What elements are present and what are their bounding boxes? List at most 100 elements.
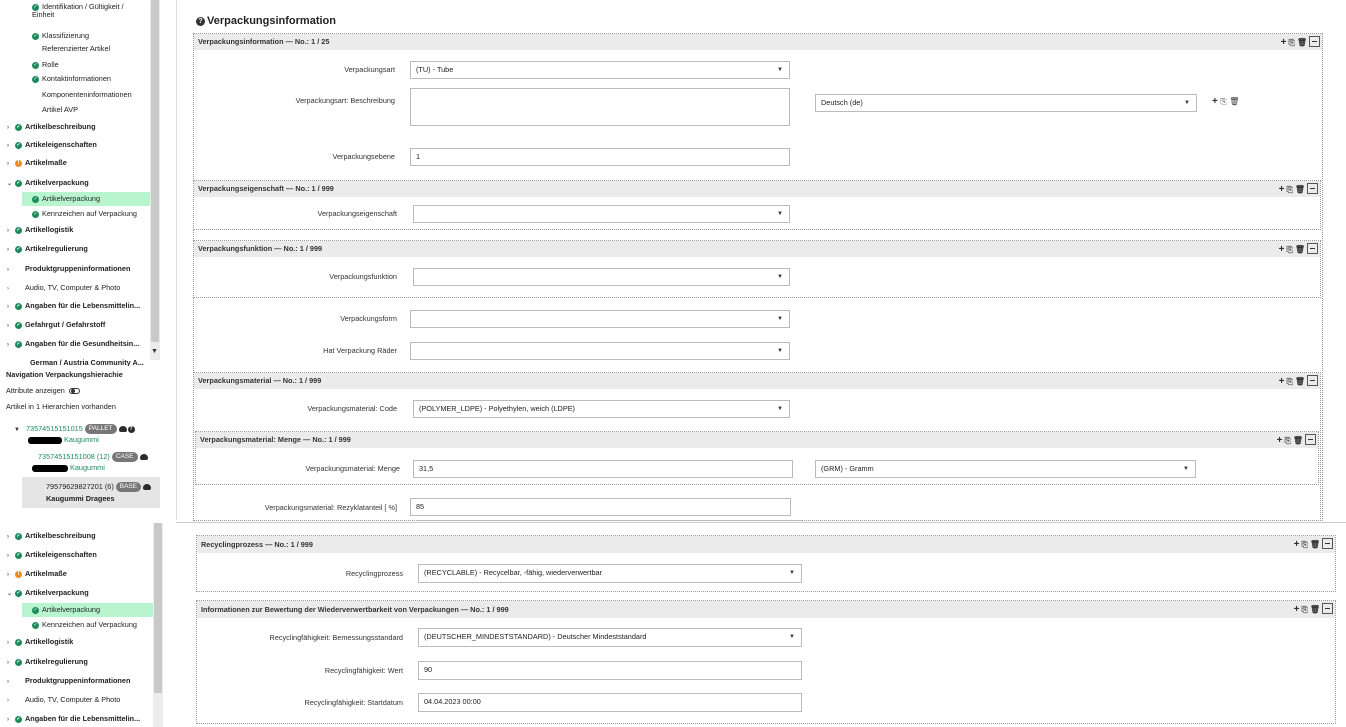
add-icon[interactable]: + [1277, 435, 1283, 447]
trash-icon[interactable]: 🗑 [1297, 37, 1307, 49]
trash-icon[interactable]: 🗑 [1310, 539, 1320, 551]
sidebar-item-artikellogistik[interactable]: › ✓ Artikellogistik [7, 223, 73, 237]
add-icon[interactable]: + [1279, 184, 1285, 196]
trash-icon[interactable]: 🗑 [1295, 376, 1305, 388]
section-title: Verpackungsfunktion — No.: 1 / 999 [198, 244, 323, 253]
sidebar-item-artikeleigenschaften[interactable]: › ✓ Artikeleigenschaften [7, 138, 97, 152]
trash-icon[interactable]: 🗑 [1295, 184, 1305, 196]
sidebar-item-kontaktinformationen[interactable]: ✓ Kontaktinformationen [32, 72, 111, 86]
field-label: Verpackungseigenschaft [317, 209, 397, 218]
scrollbar-thumb[interactable] [154, 523, 162, 693]
sidebar-item-artikelverpackung-sub[interactable]: ✓ Artikelverpackung [22, 603, 153, 617]
trash-icon[interactable]: 🗑 [1229, 97, 1239, 106]
sidebar-item-artikellogistik[interactable]: › ✓ Artikellogistik [7, 635, 73, 649]
check-icon: ✓ [32, 621, 39, 629]
sidebar-item-artikelbeschreibung[interactable]: › ✓ Artikelbeschreibung [7, 529, 96, 543]
sidebar-item-identifikation[interactable]: ✓ Identifikation / Gültigkeit / Einheit [32, 3, 144, 25]
trash-icon[interactable]: 🗑 [1293, 435, 1303, 447]
material-menge-input[interactable]: 31,5 [413, 460, 793, 478]
chevron-down-icon: ▼ [777, 348, 783, 354]
recyclingfaehigkeit-wert-input[interactable]: 90 [418, 661, 802, 680]
raeder-select[interactable]: ▼ [410, 342, 790, 360]
trash-icon[interactable]: 🗑 [1310, 604, 1320, 616]
add-icon[interactable]: + [1212, 96, 1218, 107]
collapse-icon[interactable] [1322, 603, 1333, 614]
verpackungsebene-input[interactable]: 1 [410, 148, 790, 166]
sidebar-item-artikelverpackung-sub[interactable]: ✓ Artikelverpackung [22, 192, 150, 206]
add-icon[interactable]: + [1294, 604, 1300, 616]
sidebar-item-klassifizierung[interactable]: ✓ Klassifizierung [32, 29, 89, 43]
material-unit-select[interactable]: (GRM) - Gramm ▼ [815, 460, 1196, 478]
scrollbar-thumb[interactable] [151, 0, 159, 342]
sidebar-item-komponenteninformationen[interactable]: Komponenteninformationen [42, 88, 132, 102]
add-icon[interactable]: + [1279, 244, 1285, 256]
sidebar-bottom-scrollbar[interactable] [153, 523, 163, 727]
sidebar-item-label: Artikelbeschreibung [25, 122, 96, 131]
sidebar-item-lebensmittel[interactable]: › ✓ Angaben für die Lebensmittelin... [7, 712, 140, 726]
attribute-toggle-row[interactable]: Attribute anzeigen [6, 386, 80, 395]
sidebar-item-artikelverpackung[interactable]: ⌄ ✓ Artikelverpackung [7, 176, 89, 190]
add-icon[interactable]: + [1279, 376, 1285, 388]
material-code-select[interactable]: (POLYMER_LDPE) - Polyethylen, weich (LDP… [413, 400, 790, 418]
sidebar-item-artikelbeschreibung[interactable]: › ✓ Artikelbeschreibung [7, 120, 96, 134]
copy-icon[interactable]: ⎘ [1288, 37, 1294, 49]
copy-icon[interactable]: ⎘ [1220, 97, 1226, 106]
sidebar-item-artikelregulierung[interactable]: › ✓ Artikelregulierung [7, 655, 88, 669]
tree-node-pallet[interactable]: ▼ 73574515151015 PALLET? [14, 424, 135, 435]
sidebar-item-audio-tv[interactable]: › Audio, TV, Computer & Photo [7, 693, 120, 707]
collapse-icon[interactable] [1307, 375, 1318, 386]
sidebar-item-artikelregulierung[interactable]: › ✓ Artikelregulierung [7, 242, 88, 256]
verpackungsform-select[interactable]: ▼ [410, 310, 790, 328]
startdatum-input[interactable]: 04.04.2023 00:00 [418, 693, 802, 712]
sidebar-item-kennzeichen[interactable]: ✓ Kennzeichen auf Verpackung [32, 618, 137, 632]
sidebar-item-gefahrgut[interactable]: › ✓ Gefahrgut / Gefahrstoff [7, 318, 105, 332]
verpackungseigenschaft-select[interactable]: ▼ [413, 205, 790, 223]
sidebar-item-lebensmittel[interactable]: › ✓ Angaben für die Lebensmittelin... [7, 299, 140, 313]
beschreibung-textarea[interactable] [410, 88, 790, 126]
language-select[interactable]: Deutsch (de) ▼ [815, 94, 1197, 112]
chevron-right-icon: › [7, 304, 9, 310]
sidebar-item-artikelmasse[interactable]: ›! Artikelmaße [7, 567, 67, 581]
collapse-icon[interactable] [1322, 538, 1333, 549]
tree-node-tag: BASE [115, 482, 142, 493]
copy-icon[interactable]: ⎘ [1284, 435, 1290, 447]
add-icon[interactable]: + [1294, 539, 1300, 551]
collapse-icon[interactable] [1307, 183, 1318, 194]
sidebar-item-label: Artikeleigenschaften [25, 140, 97, 149]
sidebar-item-label: Angaben für die Lebensmittelin... [25, 714, 141, 723]
sidebar-item-artikelverpackung[interactable]: ⌄ ✓ Artikelverpackung [7, 586, 89, 600]
tree-node-case[interactable]: 73574515151008 (12) CASE [38, 452, 148, 463]
recyclingprozess-select[interactable]: (RECYCLABLE) - Recycelbar, -fähig, wiede… [418, 564, 802, 583]
verpackungsfunktion-select[interactable]: ▼ [413, 268, 790, 286]
sidebar-item-label: Produktgruppeninformationen [25, 264, 131, 273]
collapse-icon[interactable] [1309, 36, 1320, 47]
copy-icon[interactable]: ⎘ [1286, 376, 1292, 388]
chevron-down-icon[interactable]: ▼ [151, 348, 158, 355]
section-header: Verpackungsinformation — No.: 1 / 25 + ⎘ 🗑 [194, 34, 1322, 50]
sidebar-item-referenzierter-artikel[interactable]: Referenzierter Artikel [42, 42, 110, 56]
attribute-toggle[interactable] [68, 388, 80, 395]
tree-node-base[interactable]: 79579629827201 (6) BASE [46, 482, 152, 493]
sidebar-scrollbar[interactable]: ▼ [150, 0, 160, 360]
copy-icon[interactable]: ⎘ [1301, 604, 1307, 616]
trash-icon[interactable]: 🗑 [1295, 244, 1305, 256]
sidebar-item-audio-tv[interactable]: › Audio, TV, Computer & Photo [7, 281, 120, 295]
sidebar-item-gesundheit[interactable]: › ✓ Angaben für die Gesundheitsin... [7, 337, 139, 351]
sidebar-item-produktgruppen[interactable]: › Produktgruppeninformationen [7, 674, 130, 688]
copy-icon[interactable]: ⎘ [1286, 184, 1292, 196]
bemessungsstandard-select[interactable]: (DEUTSCHER_MINDESTSTANDARD) - Deutscher … [418, 628, 802, 647]
sidebar-item-artikel-avp[interactable]: Artikel AVP [42, 103, 78, 117]
collapse-icon[interactable] [1305, 434, 1316, 445]
add-icon[interactable]: + [1281, 37, 1287, 49]
copy-icon[interactable]: ⎘ [1286, 244, 1292, 256]
sidebar-item-community[interactable]: German / Austria Community A... [30, 356, 144, 366]
rezyklatanteil-input[interactable]: 85 [410, 498, 791, 516]
sidebar-item-rolle[interactable]: ✓ Rolle [32, 58, 59, 72]
copy-icon[interactable]: ⎘ [1301, 539, 1307, 551]
verpackungsart-select[interactable]: (TU) - Tube ▼ [410, 61, 790, 79]
sidebar-item-produktgruppen[interactable]: › Produktgruppeninformationen [7, 262, 130, 276]
collapse-icon[interactable] [1307, 243, 1318, 254]
sidebar-item-artikelmasse[interactable]: ›! Artikelmaße [7, 156, 67, 170]
sidebar-item-kennzeichen[interactable]: ✓ Kennzeichen auf Verpackung [32, 207, 137, 221]
sidebar-item-artikeleigenschaften[interactable]: › ✓ Artikeleigenschaften [7, 548, 97, 562]
